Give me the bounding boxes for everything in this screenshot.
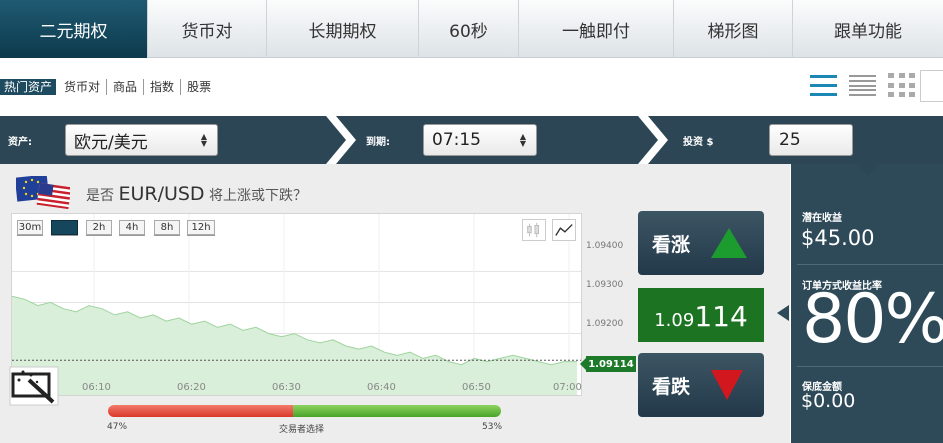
select-arrows-icon: ▲ ▼ [200, 132, 207, 148]
arrow-up-icon [711, 228, 747, 258]
call-button-label: 看涨 [652, 233, 691, 256]
top-tabs: 二元期权 货币对 长期期权 60秒 一触即付 梯形图 跟单功能 [0, 0, 943, 58]
sidebar-divider [797, 366, 943, 367]
sidebar-divider [797, 264, 943, 265]
guarantee-value: $0.00 [801, 390, 856, 412]
chevron-right-icon [326, 116, 356, 164]
expiry-select-value: 07:15 [432, 130, 481, 150]
sentiment-put-fill [292, 405, 501, 417]
price-chart-svg [12, 214, 581, 395]
sentiment-left-pct: 47% [107, 422, 128, 432]
timeframe-12h[interactable]: 12h [187, 220, 215, 235]
price-chart [11, 213, 582, 396]
invest-amount-input[interactable]: 25 [769, 124, 853, 156]
asset-label: 资产: [8, 137, 32, 148]
timeframe-30m[interactable]: 30m [17, 220, 43, 235]
tab-ladder[interactable]: 梯形图 [674, 0, 793, 58]
subnav-stocks[interactable]: 股票 [181, 79, 217, 95]
current-price-tag: 1.09114 [580, 356, 636, 372]
asset-category-nav: 热门资产 货币对 商品 指数 股票 [0, 78, 217, 96]
invest-amount-value: 25 [779, 130, 801, 150]
arrow-down-icon [711, 370, 743, 400]
x-tick-label: 07:00 [553, 382, 582, 393]
expiry-select[interactable]: 07:15 ▲ ▼ [423, 124, 537, 156]
timeframe-2h[interactable]: 2h [86, 220, 112, 235]
tab-long-term[interactable]: 长期期权 [267, 0, 419, 58]
list-view-icon[interactable] [810, 73, 837, 98]
x-tick-label: 06:30 [272, 382, 301, 393]
payout-rate-value: 80% [802, 280, 943, 359]
select-arrows-icon: ▲ ▼ [519, 132, 526, 148]
y-tick-label: 1.09300 [586, 280, 624, 290]
line-chart-icon[interactable] [552, 219, 576, 241]
chevron-right-icon [638, 116, 668, 164]
trade-question: 是否 EUR/USD 将上涨或下跌？ [86, 183, 307, 205]
timeframe-4h[interactable]: 4h [119, 220, 145, 235]
potential-return-value: $45.00 [801, 226, 875, 250]
tab-binary-options[interactable]: 二元期权 [0, 0, 148, 58]
call-button[interactable]: 看涨 [638, 211, 764, 275]
compact-list-view-icon[interactable] [849, 73, 876, 98]
tab-60-seconds[interactable]: 60秒 [419, 0, 519, 58]
magic-wand-icon[interactable] [9, 366, 59, 406]
candlestick-chart-icon[interactable] [522, 219, 546, 241]
question-symbol: EUR/USD [118, 183, 205, 205]
tab-copy-trading[interactable]: 跟单功能 [793, 0, 943, 58]
partial-view-button[interactable] [920, 70, 943, 102]
expiry-label: 到期: [366, 137, 390, 148]
sentiment-right-pct: 53% [482, 422, 503, 432]
subnav-hot-assets[interactable]: 热门资产 [0, 79, 57, 95]
question-suffix: 将上涨或下跌？ [209, 188, 308, 204]
sentiment-label: 交易者选择 [279, 425, 325, 435]
asset-select[interactable]: 欧元/美元 ▲ ▼ [65, 124, 218, 156]
invest-label: 投资 $ [683, 137, 714, 148]
trader-sentiment-bar [108, 405, 501, 417]
x-tick-label: 06:10 [82, 382, 111, 393]
question-prefix: 是否 [86, 188, 114, 204]
y-tick-label: 1.09200 [586, 319, 624, 329]
put-button-label: 看跌 [652, 375, 691, 398]
subnav-indices[interactable]: 指数 [144, 79, 182, 95]
x-tick-label: 06:40 [367, 382, 396, 393]
tab-currency-pairs[interactable]: 货币对 [148, 0, 267, 58]
quote-prefix: 1.09 [654, 310, 695, 331]
sentiment-call-fill [108, 405, 293, 417]
price-area [12, 296, 577, 395]
x-tick-label: 06:50 [462, 382, 491, 393]
grid-view-icon[interactable] [888, 73, 915, 98]
asset-select-value: 欧元/美元 [74, 132, 148, 153]
potential-return-label: 潜在收益 [802, 213, 842, 224]
put-button[interactable]: 看跌 [638, 353, 764, 417]
x-tick-label: 06:20 [177, 382, 206, 393]
y-tick-label: 1.09400 [586, 241, 624, 251]
timeframe-8h[interactable]: 8h [154, 220, 180, 235]
quote-main: 114 [694, 300, 748, 333]
sidebar-notch [858, 164, 878, 176]
eur-usd-flag-icon [16, 176, 70, 210]
view-switcher [810, 73, 915, 98]
subnav-currency-pairs[interactable]: 货币对 [58, 79, 108, 95]
sidebar-pointer [777, 305, 789, 321]
subnav-commodities[interactable]: 商品 [107, 79, 145, 95]
tab-one-touch[interactable]: 一触即付 [519, 0, 674, 58]
timeframe-1h[interactable]: 1h [51, 220, 78, 235]
live-quote: 1.09 114 [638, 288, 764, 342]
